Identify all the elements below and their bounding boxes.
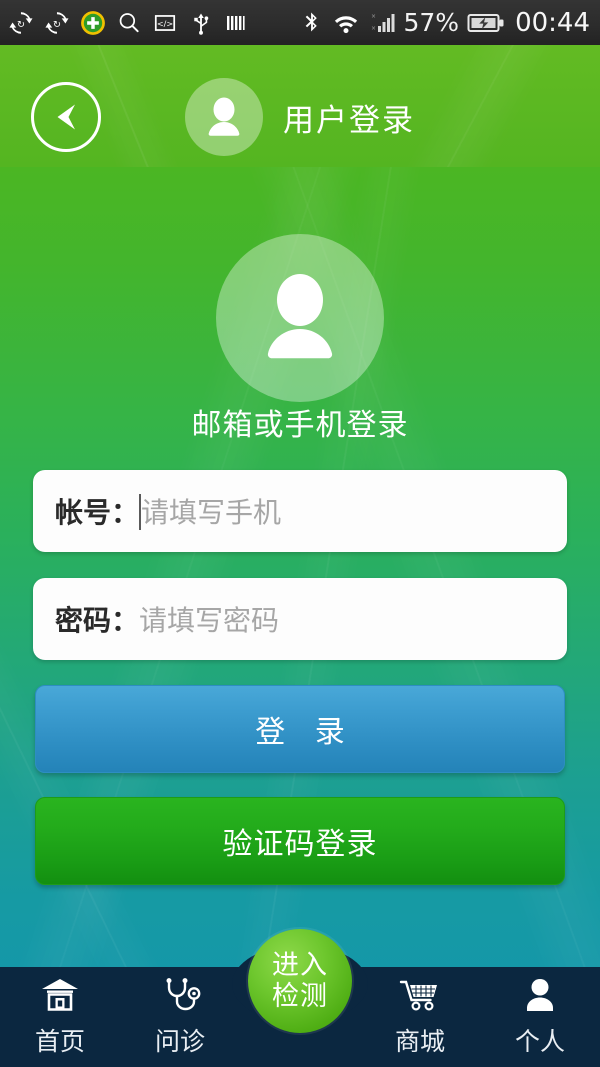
nav-label-shop: 商城 bbox=[394, 1027, 445, 1056]
battery-percent-label: 57% bbox=[403, 8, 460, 37]
password-field[interactable]: 密码： 请填写密码 bbox=[33, 578, 567, 660]
person-icon bbox=[527, 979, 553, 1011]
nav-item-shop[interactable]: 商城 bbox=[360, 967, 480, 1067]
sync-icon: ↻ bbox=[45, 11, 69, 34]
bottom-navigation: 首页 问诊 商城 个人 进入 检测 bbox=[0, 929, 600, 1067]
password-placeholder: 请填写密码 bbox=[139, 604, 280, 637]
sync-icon: ↻ bbox=[9, 11, 33, 34]
svg-text:×: × bbox=[371, 25, 376, 32]
user-avatar-large-icon bbox=[267, 274, 333, 359]
home-icon bbox=[42, 979, 78, 1011]
nav-item-consult[interactable]: 问诊 bbox=[120, 967, 240, 1067]
signal-bars-icon: × × bbox=[371, 13, 395, 32]
header-avatar bbox=[185, 78, 263, 156]
hero-subtitle: 邮箱或手机登录 bbox=[191, 408, 409, 443]
stethoscope-icon bbox=[166, 978, 201, 1011]
battery-charging-icon bbox=[467, 13, 504, 32]
green-cross-icon bbox=[81, 10, 105, 35]
background-light-rays bbox=[0, 45, 600, 1067]
nav-label-profile: 个人 bbox=[514, 1027, 565, 1056]
wifi-icon bbox=[335, 15, 358, 33]
user-avatar-icon bbox=[208, 97, 240, 136]
page-background bbox=[0, 45, 600, 1067]
hero-avatar bbox=[216, 234, 384, 402]
nav-label-consult: 问诊 bbox=[154, 1027, 205, 1056]
enter-detection-button[interactable]: 进入 检测 bbox=[248, 929, 352, 1033]
status-bar-right-icons: × × 57% 00:44 bbox=[301, 9, 590, 37]
header-center: 用户登录 bbox=[0, 75, 600, 159]
svg-text:↻: ↻ bbox=[17, 19, 25, 30]
search-icon bbox=[119, 12, 139, 32]
account-placeholder: 请填写手机 bbox=[141, 496, 282, 529]
status-bar-left-icons: ↻ ↻ </> bbox=[8, 10, 248, 36]
nav-label-home: 首页 bbox=[34, 1027, 85, 1056]
usb-icon bbox=[194, 12, 209, 35]
clock-label: 00:44 bbox=[515, 7, 590, 38]
bluetooth-icon bbox=[306, 11, 318, 32]
center-button-line1: 进入 bbox=[272, 950, 328, 981]
nav-item-home[interactable]: 首页 bbox=[0, 967, 120, 1067]
text-cursor bbox=[139, 494, 142, 530]
nav-item-profile[interactable]: 个人 bbox=[480, 967, 600, 1067]
cart-icon bbox=[399, 980, 437, 1011]
status-bar: ↻ ↻ </> × × 57% 00:44 bbox=[0, 0, 600, 45]
svg-text:</>: </> bbox=[157, 18, 173, 28]
sms-login-button[interactable]: 验证码登录 bbox=[35, 797, 565, 885]
password-label: 密码： bbox=[55, 604, 140, 637]
account-field[interactable]: 帐号： 请填写手机 bbox=[33, 470, 567, 552]
barcode-icon bbox=[227, 15, 245, 30]
svg-text:↻: ↻ bbox=[53, 19, 61, 30]
svg-text:×: × bbox=[371, 13, 376, 20]
account-label: 帐号： bbox=[55, 496, 140, 529]
center-button-line2: 检测 bbox=[272, 981, 328, 1012]
login-button[interactable]: 登 录 bbox=[35, 685, 565, 773]
page-title: 用户登录 bbox=[283, 102, 415, 139]
code-brackets-icon: </> bbox=[154, 14, 176, 31]
phone-screen: ↻ ↻ </> × × 57% 00:44 用户登录 邮箱或手机登录 帐号： 请… bbox=[0, 0, 600, 1067]
